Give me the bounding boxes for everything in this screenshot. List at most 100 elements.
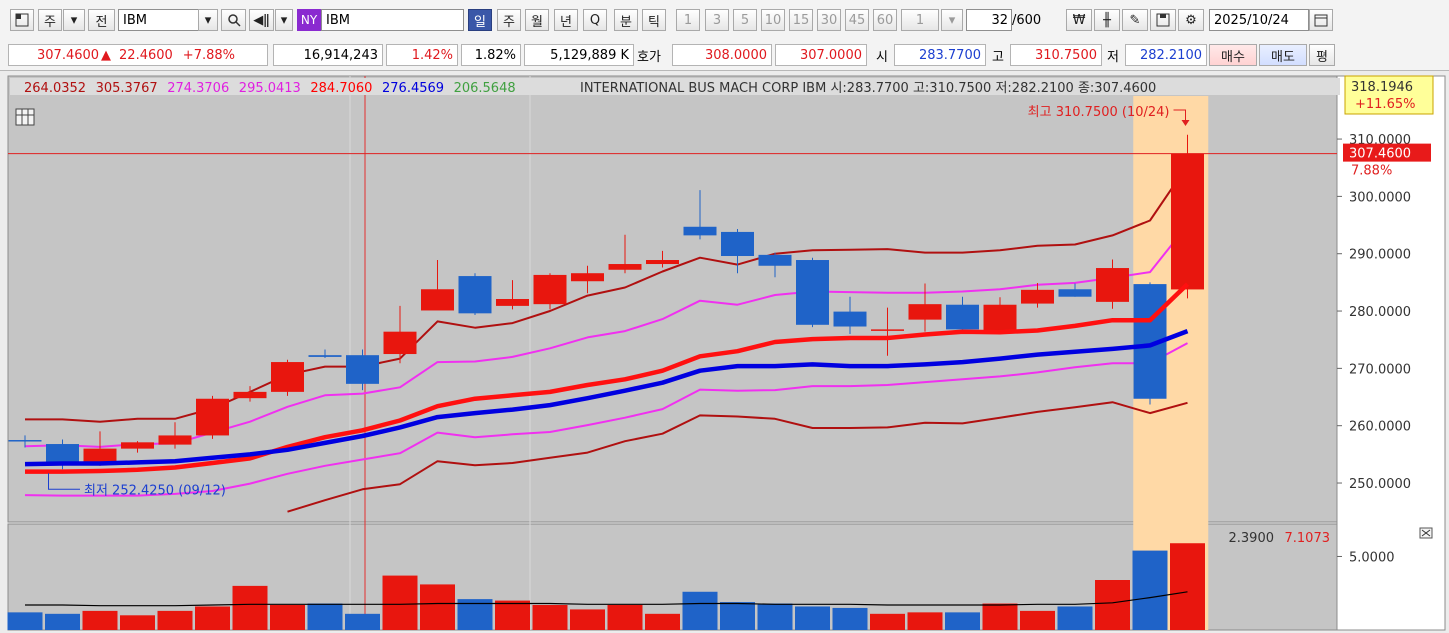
volume-bar (832, 607, 868, 630)
minute-5-button[interactable]: 5 (733, 9, 757, 31)
calendar-icon[interactable] (1309, 9, 1333, 31)
symbol-dropdown-icon[interactable]: ▾ (198, 9, 218, 31)
amount-value: 5,129,889 K (524, 44, 634, 66)
minute-10-button[interactable]: 10 (761, 9, 785, 31)
period-minute-button[interactable]: 분 (614, 9, 638, 31)
candle-body (308, 355, 342, 357)
minute-60-button[interactable]: 60 (873, 9, 897, 31)
candle-body (421, 289, 454, 311)
candle-body (796, 260, 829, 325)
period-dropdown-icon[interactable]: ▾ (63, 9, 85, 31)
candle-body (121, 442, 154, 449)
prev-button[interactable]: 전 (88, 9, 115, 31)
legend-value: 305.3767 (96, 81, 158, 96)
candle-body (8, 440, 42, 442)
hoga-label: 호가 (637, 49, 661, 65)
price-value: 307.4600 (37, 47, 100, 63)
candle-body (46, 444, 79, 465)
candle-body (233, 391, 267, 399)
buy-button[interactable]: 매수 (1209, 44, 1257, 66)
minute-1-button[interactable]: 1 (676, 9, 700, 31)
volume-bar (720, 602, 755, 630)
price-tick-label: 250.0000 (1349, 477, 1411, 492)
legend-value: 274.3706 (167, 81, 229, 96)
legend-value: 206.5648 (454, 81, 516, 96)
change-pct: +7.88% (182, 47, 235, 63)
volume-bar (1095, 580, 1130, 630)
volume-bar (82, 610, 118, 630)
speaker-dropdown-icon[interactable]: ▾ (275, 9, 293, 31)
change-value: 22.4600 (119, 47, 173, 63)
save-icon[interactable] (1150, 9, 1176, 31)
candle (458, 273, 492, 316)
candle-type-icon[interactable]: ╫ (1094, 9, 1120, 31)
price-tick-label: 290.0000 (1349, 248, 1411, 263)
volume-bar (120, 615, 155, 630)
low-value: 282.2100 (1125, 44, 1207, 66)
legend-value: 295.0413 (239, 81, 301, 96)
period-month-button[interactable]: 월 (525, 9, 549, 31)
minute-30-button[interactable]: 30 (817, 9, 841, 31)
minute-custom-input[interactable]: 1 (901, 9, 939, 31)
minute-custom-dropdown-icon[interactable]: ▾ (941, 9, 963, 31)
volume-bar (157, 610, 193, 630)
candle-body (271, 362, 304, 392)
price-chart[interactable]: 310.0000300.0000290.0000280.0000270.0000… (0, 72, 1449, 633)
volume-bar (1020, 610, 1055, 630)
candle-body (1021, 289, 1054, 304)
current-price-label: 307.4600 (1349, 147, 1411, 162)
toolbar: 주 ▾ 전 IBM ▾ ◀ǁ ▾ NY IBM 일 주 월 년 Q 분 틱 1 … (0, 0, 1449, 40)
sell-button[interactable]: 매도 (1259, 44, 1307, 66)
current-pct-label: 7.88% (1351, 164, 1392, 179)
candle-body (1096, 268, 1129, 302)
candle (796, 257, 829, 328)
layout-icon[interactable] (10, 9, 34, 31)
speaker-icon[interactable]: ◀ǁ (249, 9, 274, 31)
won-icon[interactable]: ₩ (1066, 9, 1092, 31)
minute-45-button[interactable]: 45 (845, 9, 869, 31)
period-quarter-button[interactable]: Q (583, 9, 607, 31)
eval-button[interactable]: 평 (1309, 44, 1335, 66)
price-tick-label: 260.0000 (1349, 420, 1411, 435)
volume-bar (607, 605, 643, 630)
pct1-value: 1.42% (386, 44, 458, 66)
period-year-button[interactable]: 년 (554, 9, 578, 31)
count-input[interactable]: 32 (966, 9, 1012, 31)
volume-tick-label: 5.0000 (1349, 550, 1395, 565)
candle-body (833, 311, 867, 327)
candle-body (946, 304, 979, 330)
volume-bar (570, 609, 605, 630)
minute-15-button[interactable]: 15 (789, 9, 813, 31)
legend-value: 276.4569 (382, 81, 444, 96)
candle-body (533, 274, 567, 305)
minute-3-button[interactable]: 3 (705, 9, 729, 31)
candle-body (1171, 153, 1204, 290)
date-input[interactable]: 2025/10/24 (1209, 9, 1309, 31)
volume-bar (682, 591, 718, 630)
price-tick-label: 300.0000 (1349, 190, 1411, 205)
period-tick-button[interactable]: 틱 (642, 9, 666, 31)
candle (271, 359, 304, 396)
candle-body (908, 304, 942, 320)
data-table-icon[interactable] (15, 108, 35, 126)
volume-header-value2: 7.1073 (1285, 531, 1331, 546)
price-tick-label: 280.0000 (1349, 305, 1411, 320)
price-change-field: 307.4600 ▲ 22.4600 +7.88% (8, 44, 268, 66)
volume-bar (1057, 606, 1093, 630)
candle-body (158, 435, 192, 445)
low-annotation: 최저 252.4250 (09/12) (84, 483, 226, 498)
period-day-button[interactable]: 일 (468, 9, 492, 31)
candle (533, 273, 567, 310)
drawing-tool-icon[interactable]: ✎ (1122, 9, 1148, 31)
volume-bar (1170, 543, 1205, 630)
volume-bar (757, 603, 793, 630)
gear-icon[interactable]: ⚙ (1178, 9, 1204, 31)
volume-bar (945, 612, 980, 630)
volume-bar (382, 575, 418, 630)
volume-bar (495, 600, 530, 630)
search-icon[interactable] (221, 9, 246, 31)
symbol-name-field: IBM (321, 9, 464, 31)
period-week2-button[interactable]: 주 (497, 9, 521, 31)
period-week-button[interactable]: 주 (38, 9, 62, 31)
candle-body (608, 264, 642, 270)
